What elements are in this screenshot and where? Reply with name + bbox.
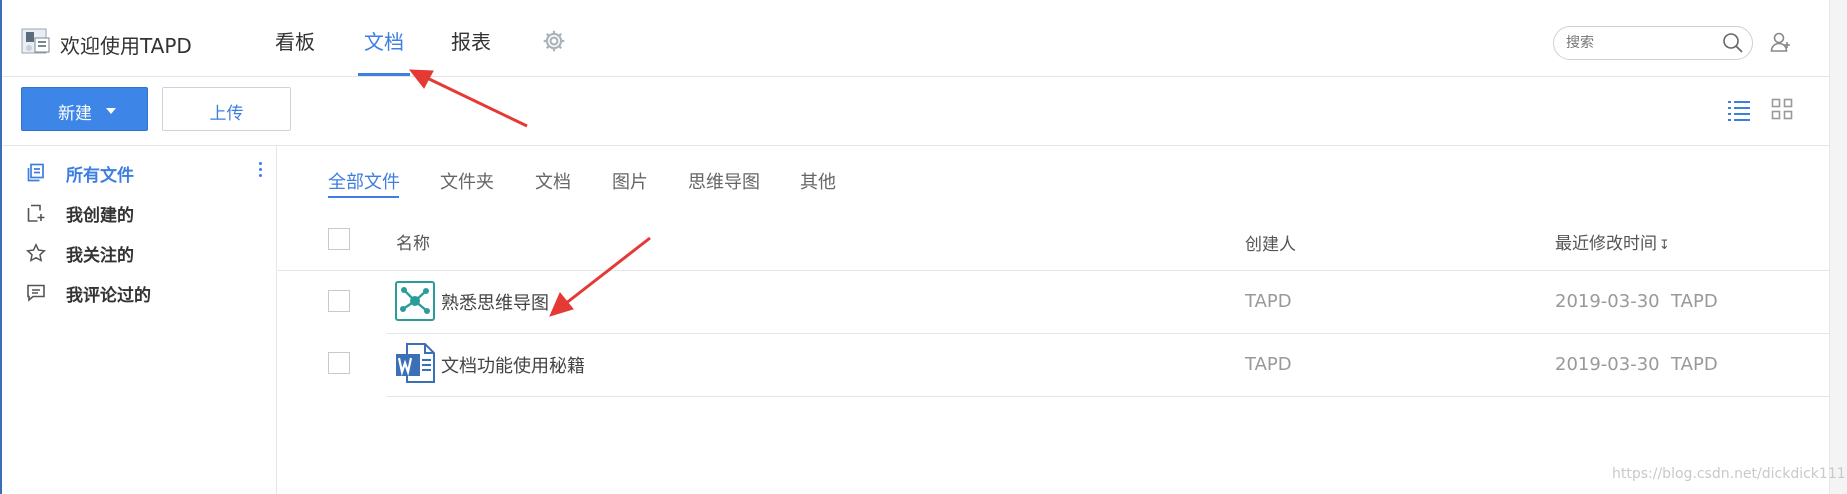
filter-folders[interactable]: 文件夹 (440, 168, 494, 194)
sort-down-icon[interactable]: ↧ (1659, 238, 1670, 253)
filter-images[interactable]: 图片 (612, 168, 648, 194)
active-filter-indicator (328, 196, 399, 198)
tab-docs[interactable]: 文档 (364, 26, 404, 76)
file-add-icon (27, 204, 45, 222)
filter-others[interactable]: 其他 (800, 168, 836, 194)
filter-documents[interactable]: 文档 (535, 168, 571, 194)
scrollbar[interactable] (1829, 0, 1847, 494)
row-divider (387, 396, 1829, 397)
header-divider (278, 270, 1829, 271)
filter-all-files[interactable]: 全部文件 (328, 168, 400, 194)
sidebar-item-all-files[interactable]: 所有文件 (26, 159, 266, 189)
star-icon (26, 243, 46, 262)
sidebar-item-label: 我创建的 (66, 206, 134, 226)
column-header-creator[interactable]: 创建人 (1245, 230, 1296, 255)
sidebar: 所有文件 我创建的 我关注的 我评论过的 (2, 146, 277, 494)
app-logo-icon (21, 28, 50, 54)
more-options-icon[interactable] (258, 162, 264, 180)
new-button-label: 新建 (58, 104, 92, 124)
file-creator: TAPD (1245, 291, 1292, 312)
select-all-checkbox[interactable] (328, 228, 350, 250)
annotation-arrow-file (549, 236, 651, 317)
search-icon[interactable] (1722, 32, 1744, 54)
column-header-modified[interactable]: 最近修改时间 ↧ (1555, 229, 1670, 254)
sidebar-item-label: 我评论过的 (66, 286, 151, 306)
list-view-icon[interactable] (1727, 98, 1751, 122)
sidebar-item-commented[interactable]: 我评论过的 (26, 279, 266, 309)
sidebar-item-label: 所有文件 (66, 166, 134, 186)
sidebar-item-label: 我关注的 (66, 246, 134, 266)
tab-reports[interactable]: 报表 (451, 26, 491, 76)
column-header-modified-label: 最近修改时间 (1555, 234, 1657, 254)
app-title: 欢迎使用TAPD (60, 34, 192, 58)
sidebar-item-following[interactable]: 我关注的 (26, 239, 266, 269)
sidebar-item-created-by-me[interactable]: 我创建的 (26, 199, 266, 229)
mindmap-icon (395, 281, 435, 321)
filter-mindmaps[interactable]: 思维导图 (688, 168, 760, 194)
search-box[interactable] (1553, 26, 1753, 60)
grid-view-icon[interactable] (1771, 98, 1793, 120)
word-doc-icon (396, 343, 435, 383)
file-name-link[interactable]: 文档功能使用秘籍 (441, 352, 585, 378)
file-modified: 2019-03-30 TAPD (1555, 291, 1718, 312)
user-notification-icon[interactable] (1769, 30, 1793, 54)
caret-down-icon (106, 108, 116, 114)
gear-icon[interactable] (541, 28, 567, 54)
comment-icon (27, 284, 45, 302)
row-checkbox[interactable] (328, 352, 350, 374)
active-tab-indicator (358, 73, 410, 76)
file-creator: TAPD (1245, 354, 1292, 375)
top-bar: 欢迎使用TAPD 看板 文档 报表 (2, 0, 1829, 77)
file-name-link[interactable]: 熟悉思维导图 (441, 289, 549, 315)
new-button[interactable]: 新建 (21, 87, 148, 131)
app-window: 欢迎使用TAPD 看板 文档 报表 搜索 新建 上传 所有文件 我创建的 我关注… (0, 0, 1847, 494)
file-modified: 2019-03-30 TAPD (1555, 354, 1718, 375)
row-checkbox[interactable] (328, 290, 350, 312)
search-input[interactable] (1566, 33, 1716, 53)
column-header-name[interactable]: 名称 (396, 229, 430, 254)
watermark: https://blog.csdn.net/dickdick111 (1612, 466, 1846, 482)
toolbar: 新建 上传 (2, 77, 1829, 146)
row-divider (387, 333, 1829, 334)
files-icon (27, 163, 44, 182)
upload-button-label: 上传 (209, 104, 244, 124)
tab-kanban[interactable]: 看板 (275, 26, 315, 76)
upload-button[interactable]: 上传 (162, 87, 291, 131)
